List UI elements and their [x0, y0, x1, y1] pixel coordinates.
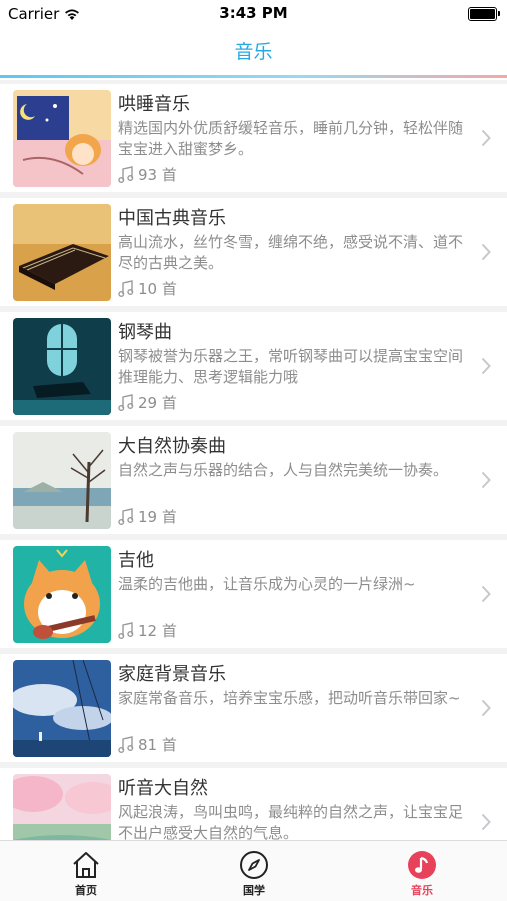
- battery-icon: [468, 7, 500, 21]
- compass-icon: [240, 851, 268, 879]
- chevron-right-icon: [481, 357, 491, 375]
- chevron-right-icon: [481, 585, 491, 603]
- list-item[interactable]: 吉他 温柔的吉他曲，让音乐成为心灵的一片绿洲~ 12 首: [0, 540, 507, 648]
- music-category-list[interactable]: 哄睡音乐 精选国内外优质舒缓轻音乐，睡前几分钟，轻松伴随宝宝进入甜蜜梦乡。 93…: [0, 80, 507, 840]
- track-count-text: 93 首: [138, 166, 177, 184]
- category-description: 家庭常备音乐，培养宝宝乐感，把动听音乐带回家~: [118, 689, 461, 707]
- tab-music[interactable]: 音乐: [362, 841, 482, 901]
- category-thumbnail: [13, 660, 111, 757]
- music-note-icon: [118, 736, 134, 753]
- list-item[interactable]: 钢琴曲 钢琴被誉为乐器之王，常听钢琴曲可以提高宝宝空间推理能力、思考逻辑能力哦 …: [0, 312, 507, 420]
- track-count-text: 29 首: [138, 394, 177, 412]
- category-description: 钢琴被誉为乐器之王，常听钢琴曲可以提高宝宝空间推理能力、思考逻辑能力哦: [118, 347, 464, 386]
- track-count: 29 首: [118, 392, 177, 413]
- tab-music-label: 音乐: [411, 884, 433, 897]
- nav-gradient-divider: [0, 75, 507, 78]
- category-description: 温柔的吉他曲，让音乐成为心灵的一片绿洲~: [118, 575, 416, 593]
- category-description: 精选国内外优质舒缓轻音乐，睡前几分钟，轻松伴随宝宝进入甜蜜梦乡。: [118, 119, 464, 158]
- tab-home[interactable]: 首页: [26, 841, 146, 901]
- category-description: 风起浪涛，鸟叫虫鸣，最纯粹的自然之声，让宝宝足不出户感受大自然的气息。: [118, 803, 464, 840]
- tab-home-label: 首页: [75, 884, 97, 897]
- category-thumbnail: [13, 204, 111, 301]
- chevron-right-icon: [481, 243, 491, 261]
- music-note-icon: [118, 508, 134, 525]
- track-count: 81 首: [118, 734, 177, 755]
- list-item[interactable]: 家庭背景音乐 家庭常备音乐，培养宝宝乐感，把动听音乐带回家~ 81 首: [0, 654, 507, 762]
- track-count: 19 首: [118, 506, 177, 527]
- music-note-icon: [118, 394, 134, 411]
- category-title: 钢琴曲: [118, 322, 172, 343]
- category-title: 家庭背景音乐: [118, 664, 226, 685]
- chevron-right-icon: [481, 813, 491, 831]
- track-count-text: 19 首: [138, 508, 177, 526]
- list-item[interactable]: 听音大自然 风起浪涛，鸟叫虫鸣，最纯粹的自然之声，让宝宝足不出户感受大自然的气息…: [0, 768, 507, 840]
- track-count-text: 10 首: [138, 280, 177, 298]
- status-time: 3:43 PM: [219, 4, 288, 22]
- track-count: 10 首: [118, 278, 177, 299]
- category-thumbnail: [13, 774, 111, 840]
- nav-bar: 音乐: [0, 28, 507, 78]
- category-thumbnail: [13, 432, 111, 529]
- category-title: 大自然协奏曲: [118, 436, 226, 457]
- page-title: 音乐: [234, 41, 273, 63]
- track-count: 93 首: [118, 164, 177, 185]
- music-note-icon: [118, 280, 134, 297]
- category-title: 听音大自然: [118, 778, 208, 799]
- home-icon: [73, 852, 99, 878]
- category-thumbnail: [13, 318, 111, 415]
- track-count: 12 首: [118, 620, 177, 641]
- music-note-icon: [118, 622, 134, 639]
- list-item[interactable]: 中国古典音乐 高山流水，丝竹冬雪，缠绵不绝，感受说不清、道不尽的古典之美。 10…: [0, 198, 507, 306]
- category-thumbnail: [13, 546, 111, 643]
- category-thumbnail: [13, 90, 111, 187]
- chevron-right-icon: [481, 471, 491, 489]
- chevron-right-icon: [481, 699, 491, 717]
- category-description: 自然之声与乐器的结合，人与自然完美统一协奏。: [118, 461, 449, 479]
- chevron-right-icon: [481, 129, 491, 147]
- category-title: 哄睡音乐: [118, 94, 190, 115]
- track-count-text: 81 首: [138, 736, 177, 754]
- category-description: 高山流水，丝竹冬雪，缠绵不绝，感受说不清、道不尽的古典之美。: [118, 233, 464, 272]
- status-bar: Carrier 3:43 PM: [0, 0, 507, 28]
- tab-guoxue[interactable]: 国学: [194, 841, 314, 901]
- music-note-icon: [408, 851, 436, 879]
- list-item[interactable]: 哄睡音乐 精选国内外优质舒缓轻音乐，睡前几分钟，轻松伴随宝宝进入甜蜜梦乡。 93…: [0, 84, 507, 192]
- tab-guoxue-label: 国学: [243, 884, 265, 897]
- music-note-icon: [118, 166, 134, 183]
- tab-bar: 首页 国学 音乐: [0, 840, 507, 901]
- category-title: 吉他: [118, 550, 154, 571]
- track-count-text: 12 首: [138, 622, 177, 640]
- list-item[interactable]: 大自然协奏曲 自然之声与乐器的结合，人与自然完美统一协奏。 19 首: [0, 426, 507, 534]
- category-title: 中国古典音乐: [118, 208, 226, 229]
